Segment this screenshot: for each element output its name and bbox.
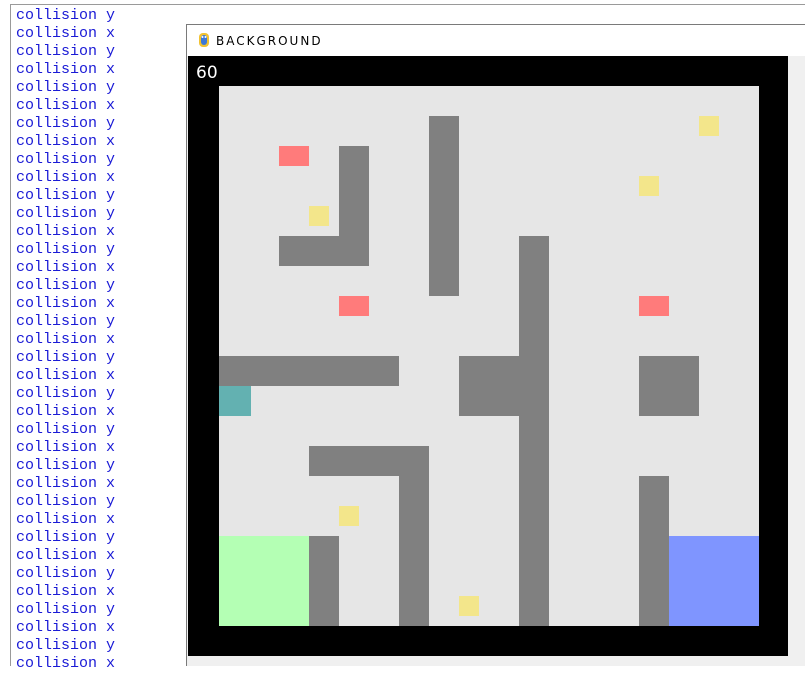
enemy: [339, 296, 369, 316]
game-window[interactable]: BACKGROUND 60: [186, 24, 805, 666]
console-line: collision y: [16, 601, 116, 618]
console-line: collision x: [16, 259, 116, 276]
wall: [279, 236, 369, 266]
console-line: collision x: [16, 511, 116, 528]
console-line: collision y: [16, 205, 116, 222]
console-line: collision x: [16, 133, 116, 150]
console-line: collision x: [16, 547, 116, 564]
pygame-snake-icon: [199, 33, 209, 47]
coin: [459, 596, 479, 616]
console-line: collision x: [16, 475, 116, 492]
console-line: collision y: [16, 529, 116, 546]
console-line: collision x: [16, 439, 116, 456]
console-line: collision y: [16, 637, 116, 654]
wall: [399, 476, 429, 626]
console-line: collision y: [16, 421, 116, 438]
window-title-bar[interactable]: BACKGROUND: [187, 25, 805, 56]
wall: [519, 236, 549, 626]
console-left-border: [10, 4, 11, 666]
wall: [219, 356, 399, 386]
coin: [309, 206, 329, 226]
console-line: collision y: [16, 493, 116, 510]
console-line: collision y: [16, 565, 116, 582]
fps-counter: 60: [196, 63, 218, 83]
coin: [639, 176, 659, 196]
console-line: collision x: [16, 223, 116, 240]
console-line: collision y: [16, 241, 116, 258]
window-title: BACKGROUND: [216, 34, 323, 48]
enemy: [639, 296, 669, 316]
console-line: collision x: [16, 169, 116, 186]
console-line: collision y: [16, 385, 116, 402]
wall: [429, 116, 459, 296]
wall: [459, 356, 519, 416]
coin: [339, 506, 359, 526]
goal-zone: [669, 536, 759, 626]
console-line: collision y: [16, 151, 116, 168]
console-line: collision y: [16, 115, 116, 132]
console-line: collision x: [16, 61, 116, 78]
wall: [639, 356, 699, 416]
console-line: collision x: [16, 25, 116, 42]
console-line: collision x: [16, 367, 116, 384]
enemy: [279, 146, 309, 166]
wall: [309, 446, 429, 476]
console-line: collision y: [16, 187, 116, 204]
player: [219, 386, 251, 416]
console-top-border: [10, 4, 805, 5]
console-line: collision y: [16, 277, 116, 294]
start-zone: [219, 536, 309, 626]
game-canvas[interactable]: 60: [188, 56, 788, 656]
console-line: collision y: [16, 457, 116, 474]
window-frame-strip: [788, 56, 805, 656]
console-line: collision x: [16, 97, 116, 114]
console-line: collision x: [16, 655, 116, 672]
console-lines: collision y collision x collision y collisi…: [16, 7, 115, 673]
game-arena[interactable]: [219, 86, 759, 626]
console-line: collision y: [16, 79, 116, 96]
console-line: collision y: [16, 349, 116, 366]
console-line: collision y: [16, 43, 116, 60]
console-line: collision x: [16, 331, 116, 348]
console-line: collision x: [16, 295, 116, 312]
console-line: collision x: [16, 583, 116, 600]
console-line: collision x: [16, 403, 116, 420]
console-line: collision x: [16, 619, 116, 636]
console-line: collision y: [16, 313, 116, 330]
wall: [309, 536, 339, 626]
wall: [639, 476, 669, 626]
console-line: collision y: [16, 7, 116, 24]
coin: [699, 116, 719, 136]
